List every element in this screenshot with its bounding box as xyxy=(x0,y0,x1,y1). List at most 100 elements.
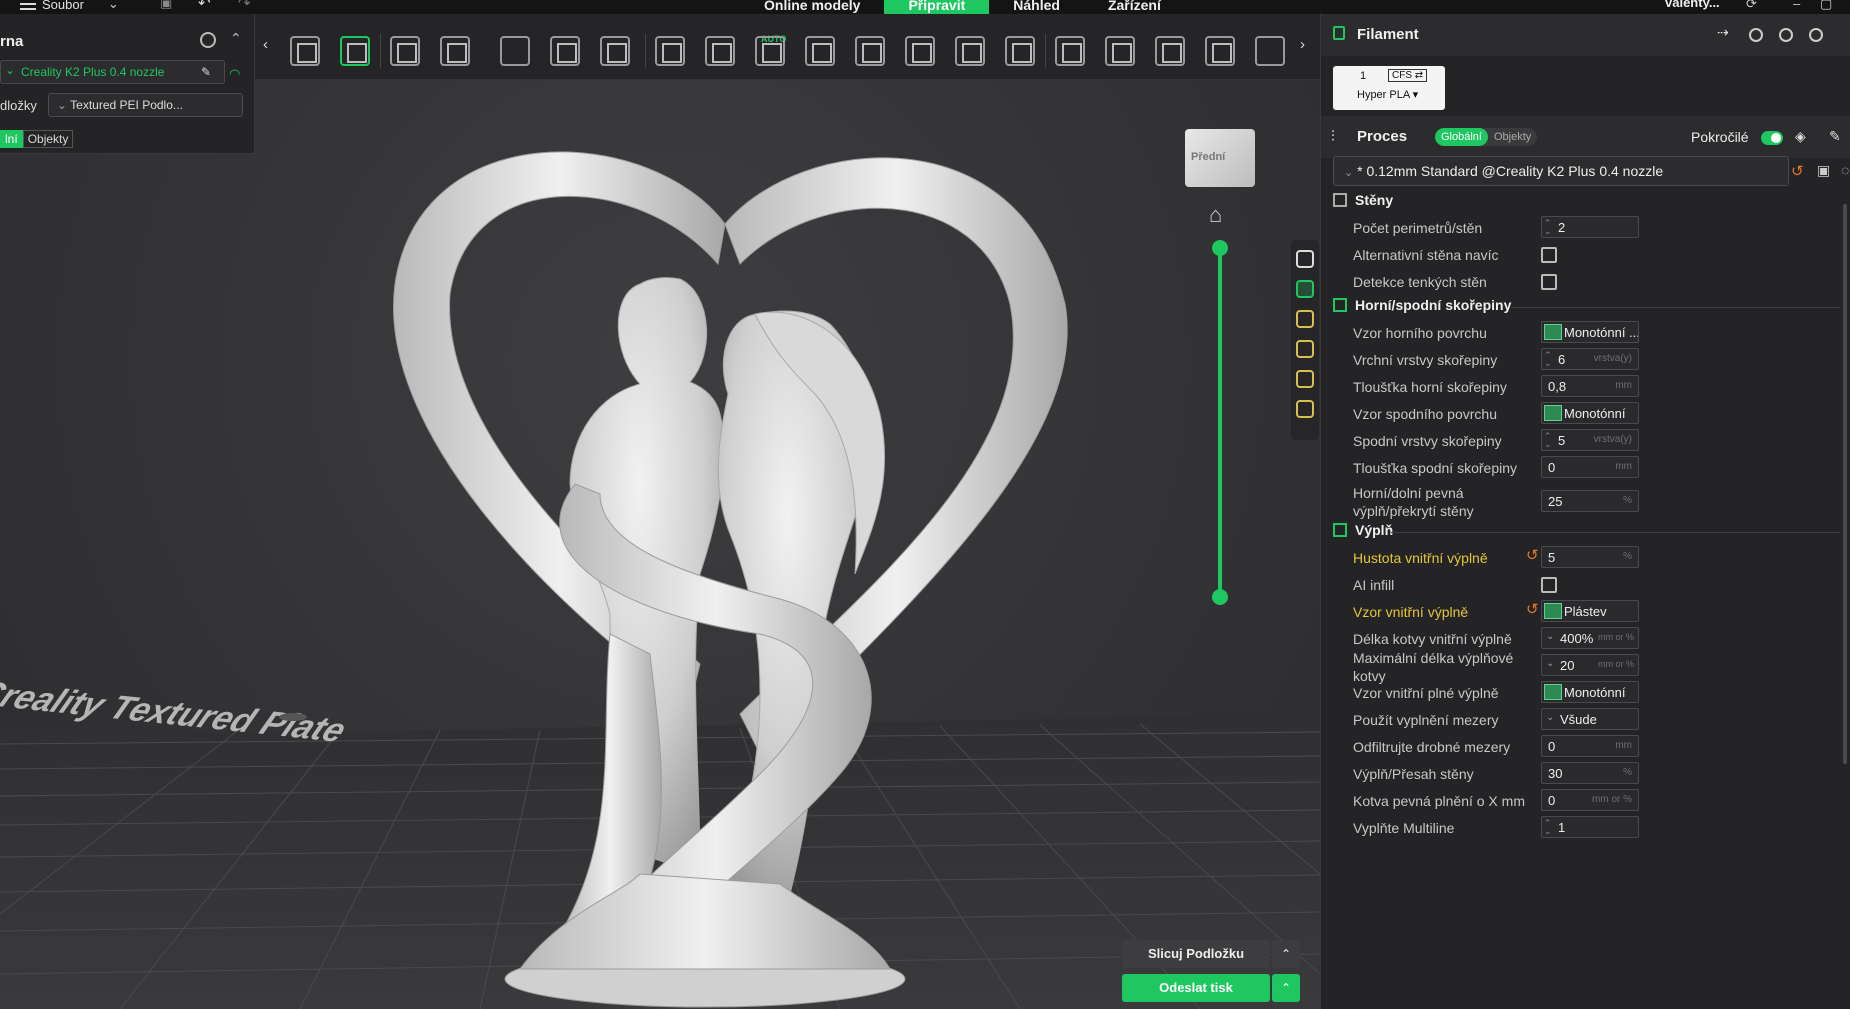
edit-process-icon[interactable]: ✎ xyxy=(1829,128,1841,145)
cfs-badge[interactable]: CFS ⇄ xyxy=(1388,69,1428,82)
gap-fill-select[interactable]: ⌄ Všude xyxy=(1541,708,1639,730)
view-cube[interactable]: Přední xyxy=(1185,129,1255,187)
support-paint-icon[interactable] xyxy=(1055,36,1085,66)
process-global-toggle[interactable]: Globální xyxy=(1435,128,1488,146)
toolbar-right-arrow[interactable]: › xyxy=(1300,36,1305,53)
slice-plate-button[interactable]: Slicuj Podložku xyxy=(1122,940,1270,968)
process-profile-select[interactable]: ⌄ * 0.12mm Standard @Creality K2 Plus 0.… xyxy=(1333,156,1789,186)
ai-infill-checkbox[interactable] xyxy=(1541,577,1557,593)
support-icon[interactable]: ⟳ xyxy=(1746,0,1757,12)
send-options-chevron-icon[interactable]: ⌃ xyxy=(1272,974,1300,1002)
layer-slider-track[interactable] xyxy=(1218,248,1222,598)
filament-slot-1[interactable]: 1 CFS ⇄ Hyper PLA ▾ xyxy=(1333,66,1445,110)
eraser-icon[interactable] xyxy=(600,36,630,66)
sync-icon[interactable]: ⇢ xyxy=(1717,24,1729,41)
undo-icon[interactable]: ↶ xyxy=(198,0,211,12)
layer-slider-top-knob[interactable] xyxy=(1212,240,1228,256)
section-walls[interactable]: Stěny xyxy=(1333,192,1393,208)
move-icon[interactable] xyxy=(805,36,835,66)
process-objects-toggle[interactable]: Objekty xyxy=(1488,128,1537,146)
bottom-thickness-input[interactable]: 0 mm xyxy=(1541,456,1639,478)
printer-select[interactable]: ⌄ Creality K2 Plus 0.4 nozzle ✎ xyxy=(0,60,225,84)
save-profile-icon[interactable]: ▣ xyxy=(1817,162,1830,179)
add-object-icon[interactable] xyxy=(290,36,320,66)
ruler-icon[interactable] xyxy=(1005,36,1035,66)
seam-paint-icon[interactable] xyxy=(1105,36,1135,66)
maximize-icon[interactable]: ▢ xyxy=(1820,0,1832,12)
reset-profile-icon[interactable]: ↺ xyxy=(1791,162,1804,180)
layout-icon[interactable] xyxy=(550,36,580,66)
text-tool-icon[interactable] xyxy=(1255,36,1285,66)
solid-anchor-input[interactable]: 0 mm or % xyxy=(1541,789,1639,811)
scale-icon[interactable] xyxy=(905,36,935,66)
filament-settings-icon[interactable] xyxy=(1809,28,1823,42)
thin-walls-checkbox[interactable] xyxy=(1541,274,1557,290)
toggle-global[interactable]: lní xyxy=(0,130,23,148)
brim-icon[interactable] xyxy=(1296,370,1314,388)
reset-icon[interactable]: ↺ xyxy=(1526,600,1539,618)
spinner-icon[interactable]: ⌃ ⌄ xyxy=(1544,351,1552,368)
color-paint-icon[interactable] xyxy=(1205,36,1235,66)
chevron-down-icon[interactable]: ⌄ xyxy=(1546,712,1554,723)
infill-pattern-select[interactable]: Plástev xyxy=(1541,600,1639,622)
plate-type-select[interactable]: ⌄ Textured PEI Podlo... xyxy=(48,93,243,117)
reset-icon[interactable]: ↺ xyxy=(1526,546,1539,564)
wall-tool-icon[interactable] xyxy=(1296,280,1314,298)
rotate-icon[interactable] xyxy=(855,36,885,66)
alt-wall-checkbox[interactable] xyxy=(1541,247,1557,263)
multiline-input[interactable]: ⌃ ⌄ 1 xyxy=(1541,816,1639,838)
layer-height-icon[interactable] xyxy=(1296,250,1314,268)
bottom-layers-input[interactable]: ⌃ ⌄ 5 vrstva(y) xyxy=(1541,429,1639,451)
home-icon[interactable]: ⌂ xyxy=(1209,202,1222,228)
infill-wall-overlap-input[interactable]: 30 % xyxy=(1541,762,1639,784)
advanced-toggle[interactable] xyxy=(1761,131,1783,145)
heart-couple-model[interactable] xyxy=(0,14,1320,1009)
arrange-icon[interactable] xyxy=(440,36,470,66)
solid-overlap-input[interactable]: 25 % xyxy=(1541,490,1639,512)
spinner-icon[interactable]: ⌃ ⌄ xyxy=(1544,432,1552,449)
gear-icon[interactable] xyxy=(200,32,216,48)
split-parts-icon[interactable] xyxy=(705,36,735,66)
orient-icon[interactable] xyxy=(390,36,420,66)
edit-icon[interactable]: ✎ xyxy=(201,65,219,81)
top-pattern-select[interactable]: Monotónní ... xyxy=(1541,321,1639,343)
wifi-icon[interactable]: ◠ xyxy=(229,66,240,82)
solid-infill-pattern-select[interactable]: Monotónní xyxy=(1541,681,1639,703)
add-plate-icon[interactable] xyxy=(340,36,370,66)
chevron-down-icon[interactable]: ⌄ xyxy=(1546,631,1554,642)
speed-icon[interactable] xyxy=(1296,310,1314,328)
spinner-icon[interactable]: ⌃ ⌄ xyxy=(1544,219,1552,236)
section-shells[interactable]: Horní/spodní skořepiny xyxy=(1333,297,1511,313)
file-menu[interactable]: Soubor ⌄ xyxy=(20,0,119,12)
toggle-objects[interactable]: Objekty xyxy=(22,130,74,148)
toolbar-left-arrow[interactable]: ‹ xyxy=(263,36,268,53)
more-icon[interactable]: ◌ xyxy=(1841,162,1849,178)
auto-orient-icon[interactable] xyxy=(500,36,530,66)
add-filament-icon[interactable] xyxy=(1749,28,1763,42)
3d-viewport[interactable]: Creality Textured Plate Přední ⌂ xyxy=(0,14,1320,1009)
filament-name[interactable]: Hyper PLA ▾ xyxy=(1357,88,1418,101)
slice-options-chevron-icon[interactable]: ⌃ xyxy=(1272,940,1300,968)
send-print-button[interactable]: Odeslat tisk xyxy=(1122,974,1270,1002)
others-icon[interactable] xyxy=(1296,400,1314,418)
redo-icon[interactable]: ↷ xyxy=(238,0,251,12)
cut-icon[interactable] xyxy=(955,36,985,66)
top-layers-input[interactable]: ⌃ ⌄ 6 vrstva(y) xyxy=(1541,348,1639,370)
anchor-max-input[interactable]: ⌄ 20 mm or % xyxy=(1541,654,1639,676)
perimeters-input[interactable]: ⌃ ⌄ 2 xyxy=(1541,216,1639,238)
section-infill[interactable]: Výplň xyxy=(1333,522,1393,538)
layer-slider-bottom-knob[interactable] xyxy=(1212,589,1228,605)
variable-layer-icon[interactable] xyxy=(755,36,785,66)
filter-gaps-input[interactable]: 0 mm xyxy=(1541,735,1639,757)
support-tool-icon[interactable] xyxy=(1296,340,1314,358)
remove-filament-icon[interactable] xyxy=(1779,28,1793,42)
settings-scrollbar[interactable] xyxy=(1843,204,1847,764)
save-icon[interactable]: ▣ xyxy=(160,0,172,11)
top-thickness-input[interactable]: 0,8 mm xyxy=(1541,375,1639,397)
collapse-icon[interactable]: ⌃ xyxy=(230,30,242,47)
layer-icon[interactable] xyxy=(1155,36,1185,66)
anchor-length-input[interactable]: ⌄ 400% mm or % xyxy=(1541,627,1639,649)
compare-icon[interactable]: ◈ xyxy=(1795,128,1806,145)
infill-density-input[interactable]: 5 % xyxy=(1541,546,1639,568)
spinner-icon[interactable]: ⌃ ⌄ xyxy=(1544,819,1552,836)
